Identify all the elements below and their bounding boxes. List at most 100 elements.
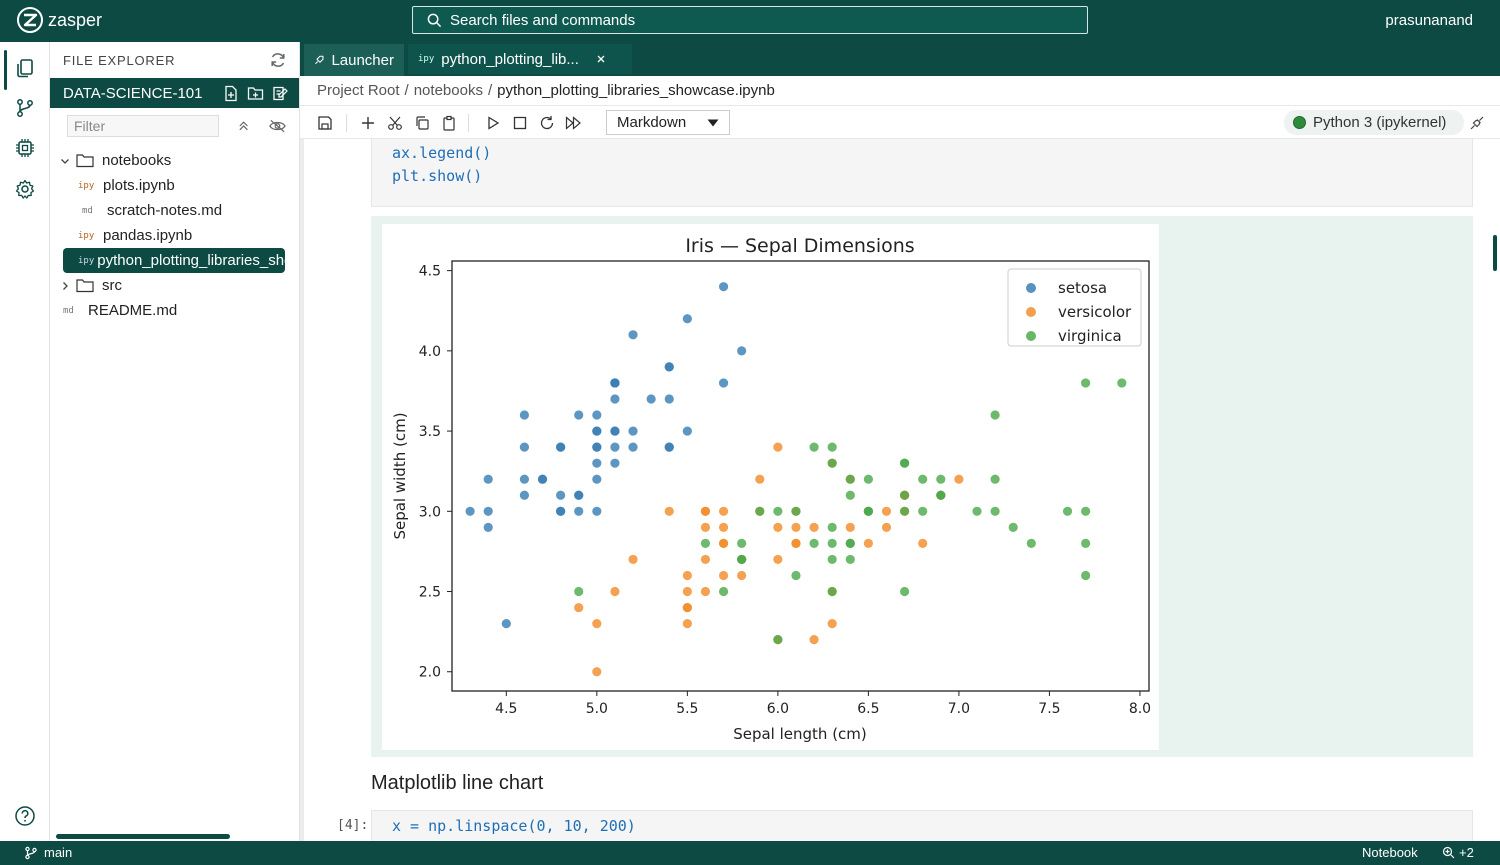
restart-icon[interactable] — [538, 114, 556, 132]
scatter-point-setosa — [610, 378, 620, 388]
zoom-status[interactable]: +2 — [1442, 845, 1474, 860]
tree-folder-src[interactable]: src — [50, 273, 300, 298]
scatter-point-versicolor — [700, 522, 711, 532]
hide-icon[interactable] — [268, 118, 287, 134]
code-cell[interactable]: x = np.linspace(0, 10, 200) — [371, 810, 1473, 841]
search-placeholder: Search files and commands — [450, 11, 636, 29]
cell-prompt: [4]: — [337, 818, 369, 833]
chip-icon[interactable] — [12, 135, 38, 161]
tree-folder-notebooks[interactable]: notebooks — [50, 148, 300, 173]
tree-file-scratch-notes[interactable]: md scratch-notes.md — [50, 198, 300, 223]
x-tick-label: 7.5 — [1038, 701, 1060, 717]
new-folder-icon[interactable] — [247, 85, 264, 101]
scatter-point-virginica — [737, 554, 747, 565]
command-search[interactable]: Search files and commands — [412, 6, 1088, 34]
scatter-point-setosa — [682, 426, 692, 436]
y-tick-label: 3.0 — [419, 504, 441, 520]
project-bar[interactable]: DATA-SCIENCE-101 — [50, 78, 299, 108]
scatter-point-virginica — [845, 538, 855, 548]
app-logo[interactable]: zasper — [16, 6, 102, 34]
scatter-point-virginica — [899, 458, 910, 468]
add-cell-icon[interactable] — [359, 114, 377, 132]
copy-icon[interactable] — [413, 114, 431, 132]
tree-file-readme[interactable]: md README.md — [50, 298, 300, 323]
tree-label: python_plotting_libraries_showcase.ipynb — [97, 252, 285, 269]
tree-file-plots[interactable]: ipy plots.ipynb — [50, 173, 300, 198]
scatter-point-virginica — [1026, 538, 1036, 548]
scatter-point-setosa — [737, 346, 747, 356]
scatter-point-virginica — [827, 586, 837, 597]
new-file-icon[interactable] — [223, 85, 239, 102]
scatter-point-setosa — [519, 490, 530, 500]
scatter-point-virginica — [1081, 570, 1091, 581]
x-tick-label: 5.5 — [676, 701, 698, 717]
scatter-point-setosa — [610, 426, 620, 436]
scatter-point-virginica — [899, 490, 910, 500]
cell-type-select[interactable]: Markdown — [606, 110, 730, 135]
scatter-point-setosa — [574, 506, 584, 516]
markdown-heading[interactable]: Matplotlib line chart — [371, 772, 543, 795]
user-name[interactable]: prasunanand — [1385, 12, 1473, 29]
toolbar-divider — [346, 114, 347, 132]
scatter-point-versicolor — [954, 474, 964, 484]
run-icon[interactable] — [484, 114, 502, 132]
scatter-point-virginica — [972, 506, 982, 516]
scatter-point-virginica — [809, 442, 819, 452]
breadcrumb-root[interactable]: Project Root — [317, 82, 400, 99]
kernel-name: Python 3 (ipykernel) — [1313, 114, 1447, 131]
code-cell[interactable]: ax.legend() plt.show() — [371, 139, 1473, 207]
scatter-point-setosa — [610, 394, 620, 404]
scatter-point-versicolor — [809, 522, 819, 532]
breadcrumb-folder[interactable]: notebooks — [414, 82, 483, 99]
settings-gear-icon[interactable] — [12, 176, 38, 202]
collapse-all-icon[interactable] — [237, 119, 250, 133]
activity-bar — [0, 42, 50, 841]
active-indicator — [4, 50, 7, 90]
save-icon[interactable] — [316, 114, 334, 132]
new-notebook-icon[interactable] — [272, 85, 289, 102]
paste-icon[interactable] — [440, 114, 458, 132]
files-icon[interactable] — [12, 55, 38, 81]
scatter-point-setosa — [610, 442, 620, 452]
tree-file-plotting-showcase[interactable]: ipy python_plotting_libraries_showcase.i… — [63, 248, 285, 273]
legend-marker — [1026, 283, 1036, 293]
panel-splitter[interactable] — [300, 139, 304, 841]
y-axis-label: Sepal width (cm) — [391, 412, 409, 539]
scatter-point-virginica — [1081, 538, 1091, 548]
scatter-point-virginica — [791, 570, 801, 581]
folder-icon — [76, 154, 94, 168]
tree-file-pandas[interactable]: ipy pandas.ipynb — [50, 223, 300, 248]
editor-mode[interactable]: Notebook — [1362, 845, 1418, 860]
kernel-status[interactable]: Python 3 (ipykernel) — [1284, 110, 1464, 135]
chevron-right-icon — [63, 281, 68, 290]
legend-label: versicolor — [1058, 303, 1132, 321]
help-icon[interactable] — [12, 803, 38, 829]
filter-input[interactable]: Filter — [67, 115, 219, 137]
scatter-point-virginica — [1117, 378, 1127, 388]
git-branch-status[interactable]: main — [24, 845, 72, 860]
kernel-connect-icon[interactable] — [1468, 114, 1486, 132]
chart-svg: Iris — Sepal Dimensions 4.5 5.0 5.5 6.0 6.5 7… — [391, 235, 1151, 743]
refresh-icon[interactable] — [269, 51, 287, 69]
tab-launcher[interactable]: Launcher — [304, 44, 404, 76]
tab-notebook[interactable]: ipy python_plotting_lib... — [408, 44, 632, 76]
cell-type-value: Markdown — [617, 114, 687, 131]
file-tree: notebooks ipy plots.ipynb md scratch-not… — [50, 148, 300, 323]
tab-label: python_plotting_lib... — [441, 50, 579, 68]
scatter-point-setosa — [718, 378, 729, 388]
scatter-point-versicolor — [700, 506, 711, 516]
git-branch-icon[interactable] — [12, 95, 38, 121]
x-tick-label: 4.5 — [495, 701, 517, 717]
code-line: plt.show() — [392, 167, 483, 185]
x-tick-label: 6.5 — [857, 701, 879, 717]
cut-icon[interactable] — [386, 114, 404, 132]
scatter-point-virginica — [899, 586, 910, 597]
scatter-point-virginica — [1062, 506, 1073, 516]
scatter-point-setosa — [556, 490, 566, 500]
run-all-icon[interactable] — [565, 114, 583, 132]
stop-icon[interactable] — [511, 114, 529, 132]
scatter-point-versicolor — [845, 522, 855, 532]
close-icon[interactable] — [596, 54, 606, 64]
notebook-scrollbar[interactable] — [1493, 235, 1497, 271]
sidebar-scrollbar[interactable] — [56, 834, 230, 839]
